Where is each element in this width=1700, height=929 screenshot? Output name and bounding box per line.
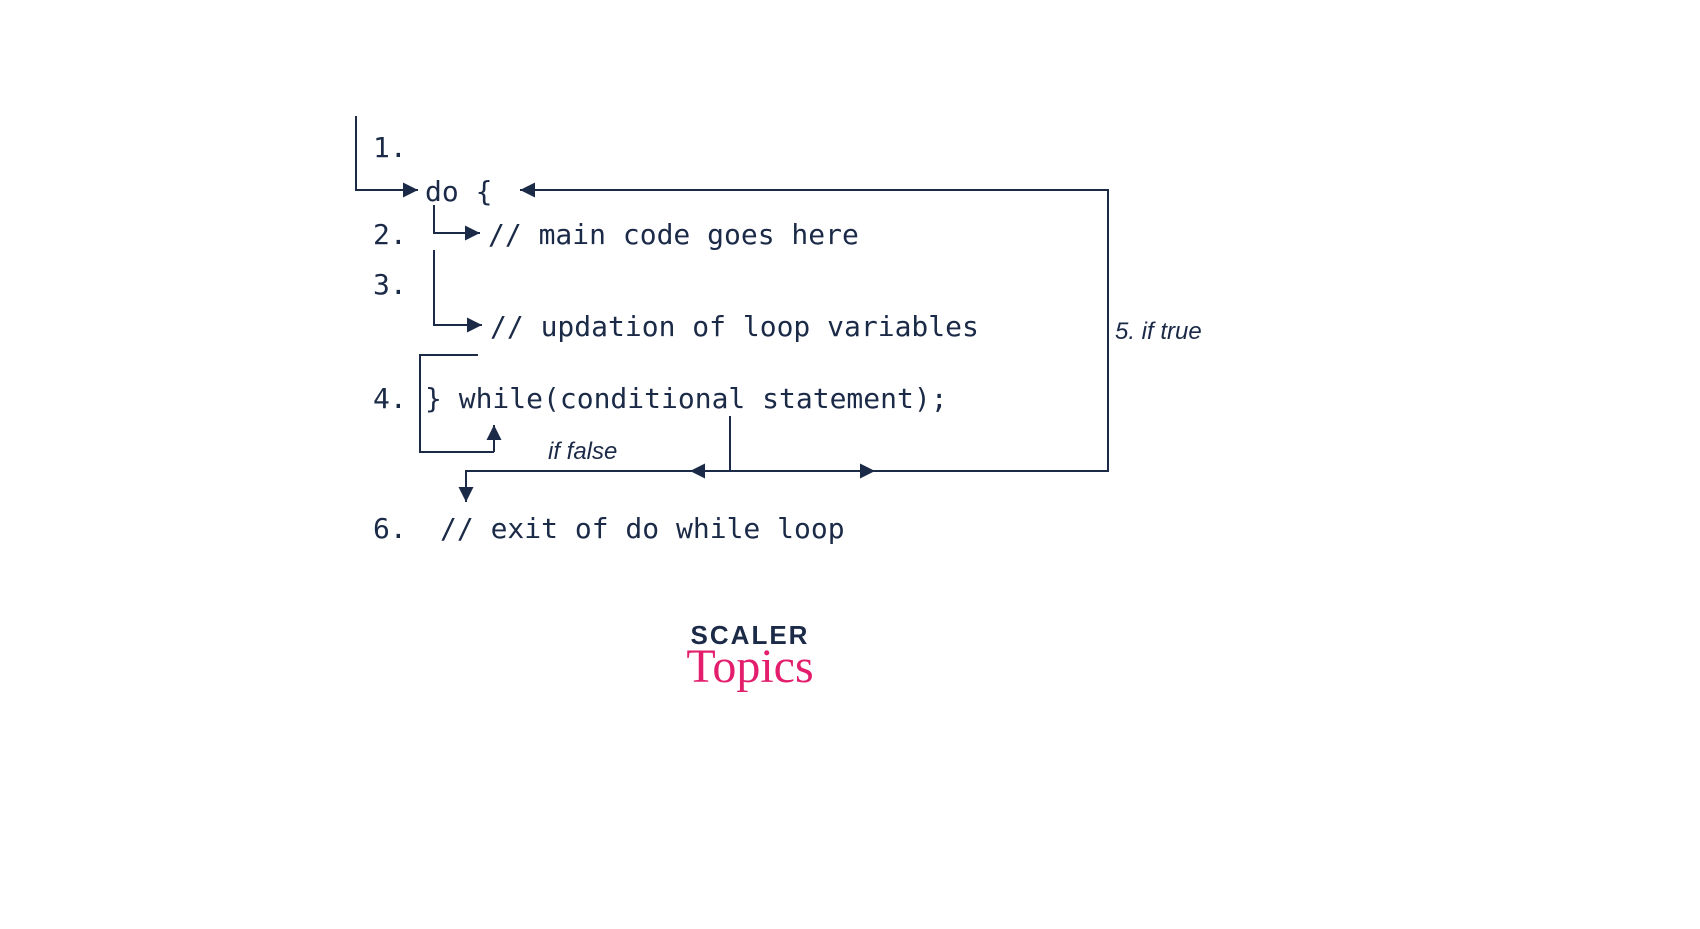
step-number-6: 6. — [373, 512, 407, 545]
label-if-false: if false — [548, 438, 617, 466]
step-number-4: 4. — [373, 382, 407, 415]
brand-topics: Topics — [680, 639, 820, 694]
code-updation: // updation of loop variables — [490, 310, 979, 343]
arrow-main-to-updation — [434, 250, 482, 325]
arrow-false-to-exit — [466, 471, 690, 502]
code-do: do { — [425, 175, 492, 208]
step-number-1: 1. — [373, 131, 407, 164]
step-number-3: 3. — [373, 268, 407, 301]
diagram-stage: 1. 2. 3. 4. 6. do { // main code goes he… — [0, 0, 1700, 929]
code-while: } while(conditional statement); — [425, 382, 948, 415]
arrow-do-to-main — [434, 205, 480, 233]
label-if-true: 5. if true — [1115, 318, 1202, 346]
step-number-2: 2. — [373, 218, 407, 251]
brand-logo: SCALER Topics — [680, 620, 820, 694]
code-exit: // exit of do while loop — [440, 512, 845, 545]
flow-arrows — [0, 0, 1700, 929]
code-main: // main code goes here — [488, 218, 859, 251]
